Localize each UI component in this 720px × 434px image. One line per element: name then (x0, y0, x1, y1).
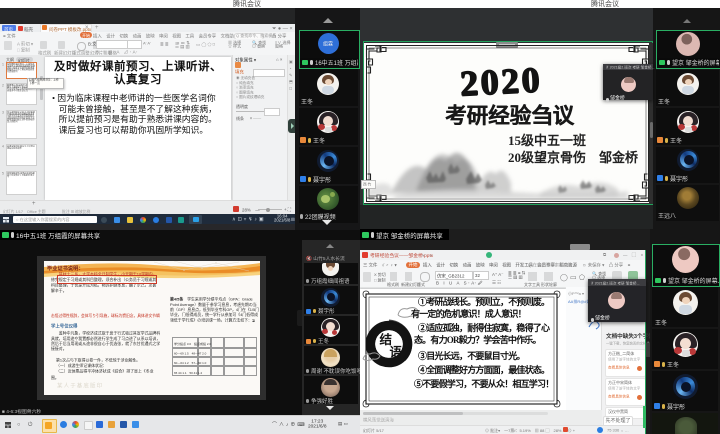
svg-text:语: 语 (390, 345, 403, 360)
